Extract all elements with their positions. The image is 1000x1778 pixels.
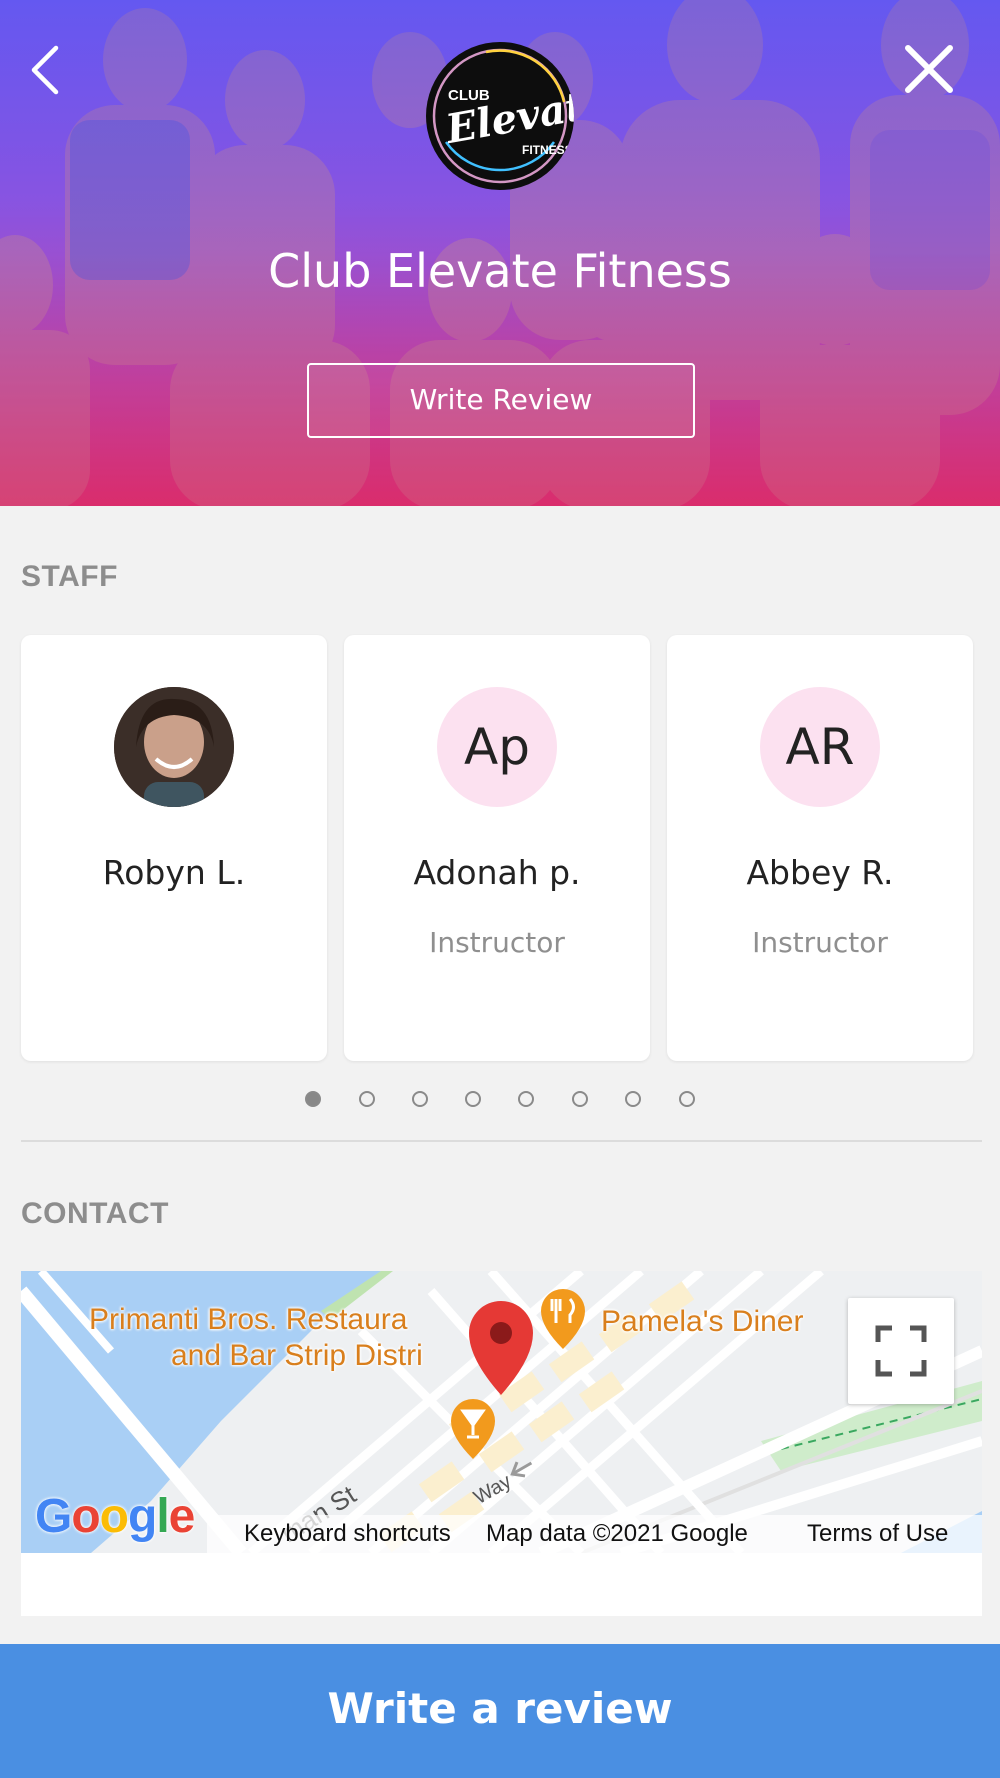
pagination-dot[interactable] bbox=[412, 1091, 428, 1107]
chevron-left-icon bbox=[31, 45, 59, 95]
staff-name: Adonah p. bbox=[413, 853, 581, 892]
pagination-dot[interactable] bbox=[359, 1091, 375, 1107]
contact-card: man St Way Primanti Bros. Restaura and B… bbox=[21, 1271, 982, 1616]
map[interactable]: man St Way Primanti Bros. Restaura and B… bbox=[21, 1271, 982, 1553]
pagination-dot[interactable] bbox=[679, 1091, 695, 1107]
section-divider bbox=[21, 1140, 982, 1142]
contact-section-label: CONTACT bbox=[21, 1197, 169, 1230]
map-label-primanti: Primanti Bros. Restaura bbox=[89, 1303, 408, 1336]
staff-name: Abbey R. bbox=[746, 853, 894, 892]
staff-card-robyn[interactable]: Robyn L. bbox=[21, 635, 327, 1061]
terms-of-use-link[interactable]: Terms of Use bbox=[807, 1520, 948, 1548]
pagination-dot[interactable] bbox=[625, 1091, 641, 1107]
pagination-dot[interactable] bbox=[518, 1091, 534, 1107]
pagination-dot[interactable] bbox=[465, 1091, 481, 1107]
staff-name: Robyn L. bbox=[102, 853, 246, 892]
avatar bbox=[114, 687, 234, 807]
hero-banner: CLUB Elevate FITNESS Club Elevate Fitnes… bbox=[0, 0, 1000, 506]
close-icon bbox=[905, 45, 953, 93]
staff-role: Instructor bbox=[429, 926, 565, 959]
staff-card-abbey[interactable]: AR Abbey R. Instructor bbox=[667, 635, 973, 1061]
write-review-button[interactable]: Write Review bbox=[307, 363, 695, 438]
staff-role: Instructor bbox=[752, 926, 888, 959]
back-button[interactable] bbox=[26, 42, 66, 98]
gym-title: Club Elevate Fitness bbox=[268, 244, 732, 298]
club-logo-mark: CLUB Elevate FITNESS bbox=[432, 48, 574, 184]
map-attribution-bar: Keyboard shortcuts Map data ©2021 Google… bbox=[207, 1515, 982, 1553]
map-label-pamelas: Pamela's Diner bbox=[601, 1305, 804, 1338]
club-logo: CLUB Elevate FITNESS bbox=[426, 42, 574, 190]
fullscreen-icon bbox=[875, 1325, 927, 1377]
avatar: AR bbox=[760, 687, 880, 807]
close-button[interactable] bbox=[900, 40, 958, 98]
staff-photo bbox=[114, 687, 234, 807]
avatar: Ap bbox=[437, 687, 557, 807]
pagination-dot[interactable] bbox=[305, 1091, 321, 1107]
fullscreen-button[interactable] bbox=[848, 1298, 954, 1404]
staff-card-adonah[interactable]: Ap Adonah p. Instructor bbox=[344, 635, 650, 1061]
map-label-primanti-line2: and Bar Strip Distri bbox=[171, 1339, 423, 1372]
map-data-text: Map data ©2021 Google bbox=[486, 1520, 748, 1547]
write-a-review-button[interactable]: Write a review bbox=[0, 1644, 1000, 1778]
google-logo: Google bbox=[35, 1490, 195, 1543]
keyboard-shortcuts-link[interactable]: Keyboard shortcuts bbox=[244, 1520, 451, 1548]
staff-section-label: STAFF bbox=[21, 560, 118, 593]
pagination-dot[interactable] bbox=[572, 1091, 588, 1107]
